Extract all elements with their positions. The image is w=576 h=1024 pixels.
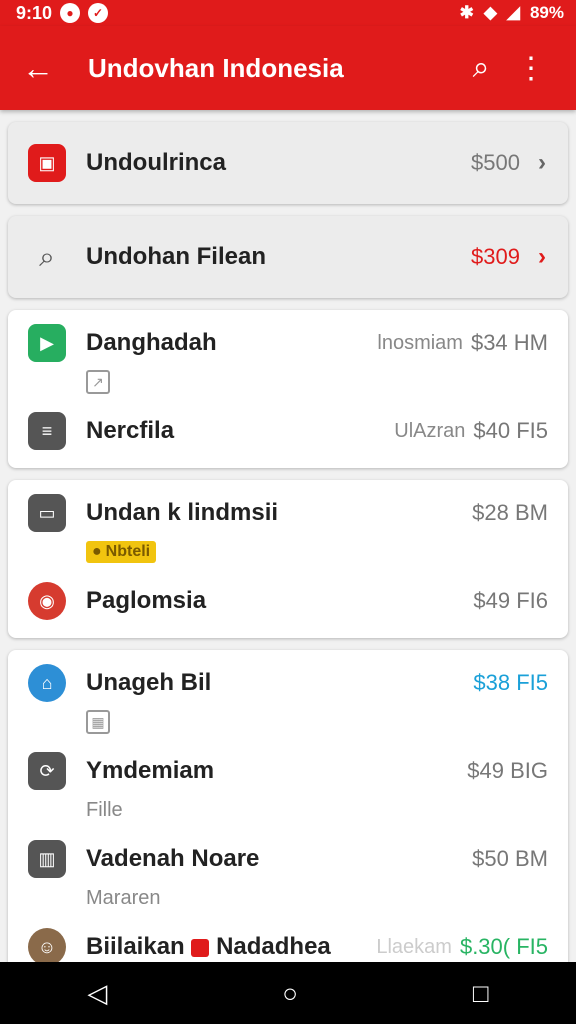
- nav-recents-icon[interactable]: □: [473, 978, 489, 1009]
- more-vert-icon[interactable]: ⋮: [506, 51, 556, 86]
- item-name: Undoulrinca: [86, 149, 227, 176]
- nav-home-icon[interactable]: ○: [282, 978, 298, 1009]
- back-arrow-icon[interactable]: ←: [22, 50, 66, 87]
- item-price: $28 BM: [472, 500, 548, 525]
- system-nav-bar: ◁ ○ □: [0, 962, 576, 1024]
- image-icon: ▦: [86, 710, 110, 734]
- chevron-right-icon: ›: [538, 243, 546, 270]
- list-group: ▶ Danghadah lnosmiam $34 HM ↗ ≡ Nercfila…: [8, 310, 568, 468]
- status-bar: 9:10 ● ✓ ✱ ◆ ◢ 89%: [0, 0, 576, 26]
- list-content: ▣ Undoulrinca $500 › ⌕ Undohan Filean $3…: [8, 122, 568, 988]
- item-note: Llaekam: [376, 935, 452, 958]
- list-item[interactable]: ▭ Undan k lindmsii $28 BM ● Nbteli: [8, 480, 568, 578]
- app-bar: ← Undovhan Indonesia ⌕ ⋮: [0, 26, 576, 110]
- badge-label: Nbteli: [105, 543, 151, 560]
- avatar-icon: ☺: [28, 928, 66, 966]
- item-price: $.30( FI5: [459, 934, 548, 959]
- tag-icon: [191, 938, 210, 957]
- item-name-part1: Biilaikan: [86, 933, 185, 960]
- item-name: Danghadah: [86, 329, 217, 356]
- notification-icon: ●: [60, 3, 81, 23]
- list-item[interactable]: ⟳ Ymdemiam $49 BIG Fille: [8, 748, 568, 836]
- target-icon: ◉: [28, 582, 66, 620]
- nav-back-icon[interactable]: ◁: [87, 978, 107, 1009]
- card-icon: ▭: [28, 494, 66, 532]
- list-item[interactable]: ◉ Paglomsia $49 FI6: [8, 578, 568, 638]
- item-price: $34 HM: [470, 330, 548, 355]
- item-name: Paglomsia: [86, 587, 207, 614]
- item-price: $38 FI5: [473, 670, 548, 695]
- share-icon: ↗: [86, 370, 110, 394]
- item-name-part2: Nadadhea: [216, 933, 331, 960]
- item-price: $500: [471, 150, 520, 175]
- list-card[interactable]: ⌕ Undohan Filean $309 ›: [8, 216, 568, 298]
- page-title: Undovhan Indonesia: [88, 52, 344, 83]
- item-name: Vadenah Noare: [86, 845, 260, 872]
- item-price: $49 FI6: [473, 588, 548, 613]
- list-item[interactable]: ▥ Vadenah Noare $50 BM Mararen: [8, 836, 568, 924]
- bluetooth-icon: ✱: [459, 3, 474, 22]
- item-price: $50 BM: [472, 846, 548, 871]
- play-icon: ▶: [28, 324, 66, 362]
- refresh-icon: ⟳: [28, 752, 66, 790]
- item-name: Ymdemiam: [86, 757, 215, 784]
- chevron-right-icon: ›: [538, 149, 546, 176]
- battery-level: 89%: [529, 3, 564, 22]
- item-note: lnosmiam: [377, 331, 463, 354]
- search-icon: ⌕: [39, 240, 55, 272]
- wifi-icon: ◆: [483, 3, 497, 22]
- status-time: 9:10: [16, 2, 53, 23]
- item-note: UlAzran: [394, 419, 466, 442]
- list-item[interactable]: ⌂ Unageh Bil $38 FI5 ▦: [8, 650, 568, 748]
- list-item[interactable]: ≡ Nercfila UlAzran $40 FI5: [8, 408, 568, 468]
- document-icon: ≡: [28, 412, 66, 450]
- home-icon: ⌂: [28, 664, 66, 702]
- check-icon: ✓: [88, 3, 109, 23]
- item-price: $40 FI5: [473, 418, 548, 443]
- list-item[interactable]: ▶ Danghadah lnosmiam $34 HM ↗: [8, 310, 568, 408]
- item-price: $49 BIG: [467, 758, 548, 783]
- item-subtitle: Fille: [86, 798, 123, 821]
- item-subtitle: Mararen: [86, 886, 161, 909]
- item-name: Undohan Filean: [86, 243, 266, 270]
- list-group: ⌂ Unageh Bil $38 FI5 ▦ ⟳ Ymdemiam $49 BI…: [8, 650, 568, 976]
- trash-icon: ▥: [28, 840, 66, 878]
- item-name: Biilaikan Nadadhea: [86, 933, 376, 961]
- list-group: ▭ Undan k lindmsii $28 BM ● Nbteli ◉ Pag…: [8, 480, 568, 638]
- item-price: $309: [471, 244, 520, 269]
- gift-icon: ▣: [28, 144, 66, 182]
- item-name: Nercfila: [86, 417, 175, 444]
- signal-icon: ◢: [506, 3, 520, 22]
- status-badge: ● Nbteli: [86, 541, 157, 563]
- search-icon[interactable]: ⌕: [456, 51, 506, 85]
- item-name: Unageh Bil: [86, 669, 212, 696]
- list-card[interactable]: ▣ Undoulrinca $500 ›: [8, 122, 568, 204]
- coin-icon: ●: [92, 543, 102, 560]
- item-name: Undan k lindmsii: [86, 499, 279, 526]
